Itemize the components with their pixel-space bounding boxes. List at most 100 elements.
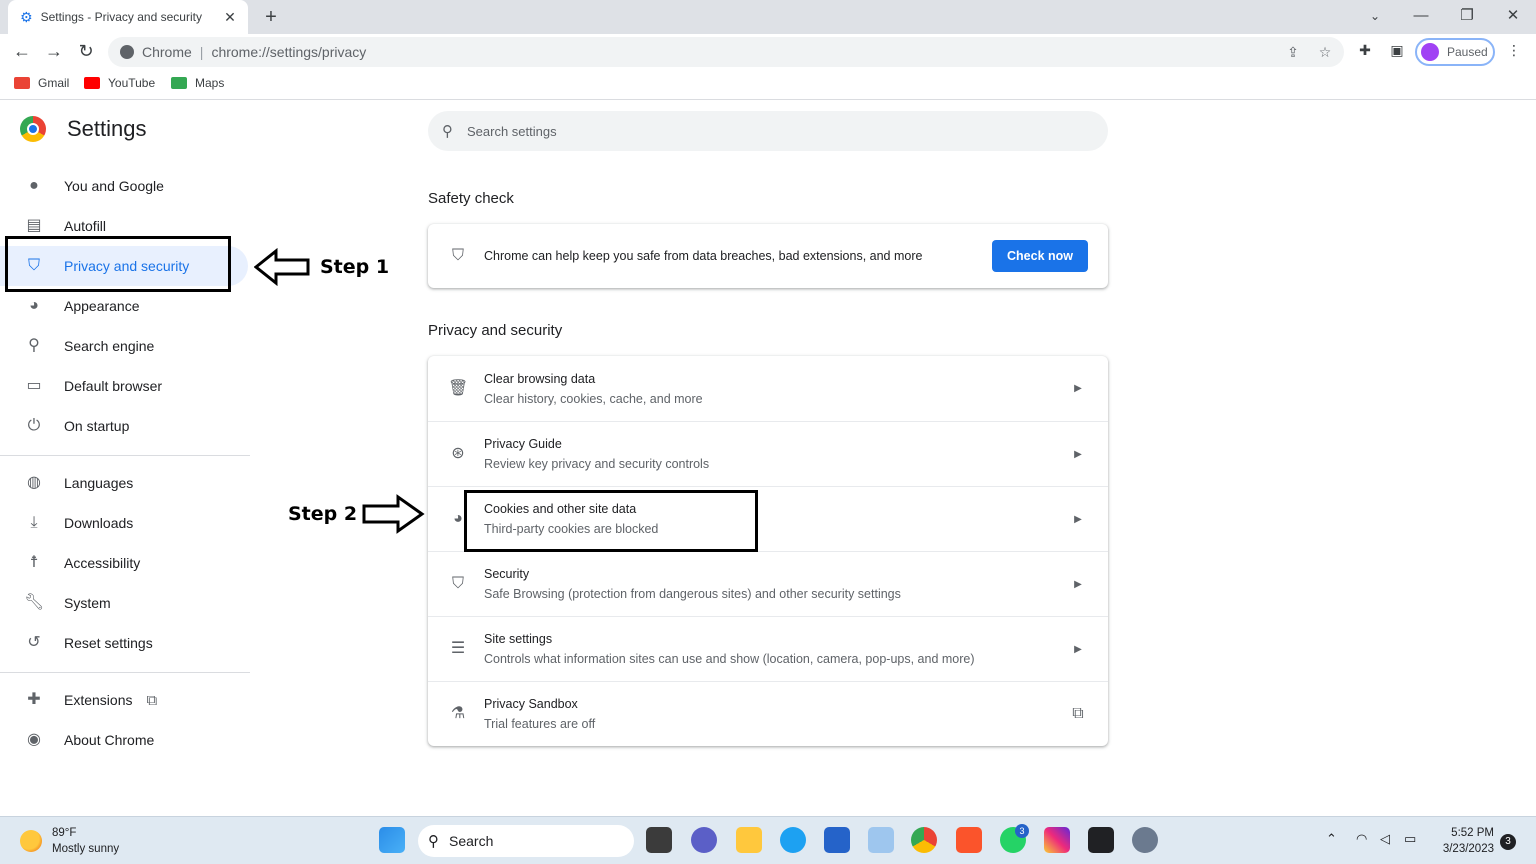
- bookmark-maps[interactable]: Maps: [171, 76, 224, 90]
- wifi-icon[interactable]: ◠: [1356, 831, 1367, 847]
- forward-icon[interactable]: →: [42, 40, 66, 64]
- sidebar-item-languages[interactable]: ◍ Languages: [0, 463, 248, 503]
- search-input[interactable]: [467, 123, 1047, 139]
- step1-highlight-box: [5, 236, 231, 292]
- power-icon: ⏻: [27, 417, 41, 434]
- sidebar-item-label: Default browser: [64, 378, 163, 394]
- bookmark-gmail[interactable]: Gmail: [14, 76, 69, 90]
- step2-label: Step 2: [288, 503, 358, 525]
- sidebar-item-appearance[interactable]: ◕ Appearance: [0, 286, 248, 326]
- sidebar-item-default-browser[interactable]: ▭ Default browser: [0, 366, 248, 406]
- restore-icon[interactable]: ❐: [1456, 6, 1478, 28]
- browser-icon: ▭: [26, 377, 42, 394]
- address-bar[interactable]: Chrome | chrome://settings/privacy ⇪ ☆: [108, 37, 1344, 67]
- task-view-icon[interactable]: [646, 827, 672, 853]
- notification-badge[interactable]: 3: [1500, 834, 1516, 850]
- settings-app-icon[interactable]: [1132, 827, 1158, 853]
- history-icon: ↺: [27, 634, 41, 651]
- new-tab-icon[interactable]: +: [260, 6, 282, 28]
- sidebar-item-label: Languages: [64, 475, 134, 491]
- store-icon[interactable]: [824, 827, 850, 853]
- chrome-taskbar-icon[interactable]: [911, 827, 937, 853]
- sidebar-item-search-engine[interactable]: ⚲ Search engine: [0, 326, 248, 366]
- row-subtitle: Clear history, cookies, cache, and more: [484, 391, 703, 406]
- url-text: chrome://settings/privacy: [211, 44, 367, 60]
- omnibox-separator: |: [199, 44, 204, 60]
- sidebar-item-extensions[interactable]: ✚ Extensions ⧉: [0, 680, 248, 720]
- instagram-icon[interactable]: [1044, 827, 1070, 853]
- sidebar-item-accessibility[interactable]: ☨ Accessibility: [0, 543, 248, 583]
- battery-icon[interactable]: ▭: [1404, 831, 1416, 847]
- puzzle-icon: ✚: [27, 691, 41, 708]
- search-icon: ⚲: [442, 123, 453, 140]
- row-site-settings[interactable]: ☰ Site settings Controls what informatio…: [428, 616, 1108, 681]
- safety-check-heading: Safety check: [428, 190, 514, 207]
- search-settings-field[interactable]: ⚲: [428, 111, 1108, 151]
- sticky-notes-icon[interactable]: [1088, 827, 1114, 853]
- back-icon[interactable]: ←: [10, 40, 34, 64]
- chevron-right-icon: ▶: [1074, 383, 1082, 394]
- profile-button[interactable]: Paused: [1415, 38, 1495, 66]
- system-clock[interactable]: 5:52 PM 3/23/2023: [1430, 825, 1494, 857]
- row-security[interactable]: ⛉ Security Safe Browsing (protection fro…: [428, 551, 1108, 616]
- sidebar-item-label: On startup: [64, 418, 130, 434]
- sidebar-item-label: Autofill: [64, 218, 107, 234]
- row-title: Privacy Sandbox: [484, 697, 578, 711]
- chat-icon[interactable]: [691, 827, 717, 853]
- minimize-icon[interactable]: —: [1410, 6, 1432, 28]
- weather-widget[interactable]: 89°F Mostly sunny: [20, 825, 119, 857]
- side-panel-icon[interactable]: ▣: [1387, 42, 1407, 62]
- row-title: Security: [484, 567, 530, 581]
- sidebar-item-label: Appearance: [64, 298, 140, 314]
- windows-taskbar: 89°F Mostly sunny ⚲ Search 3 ⌃ ◠ ◁ ▭ 5:5…: [0, 816, 1536, 864]
- sidebar-item-about-chrome[interactable]: ◉ About Chrome: [0, 720, 248, 760]
- clipboard-icon: ▤: [26, 217, 42, 234]
- compass-icon: ⊛: [451, 445, 465, 462]
- maps-icon: [171, 77, 187, 89]
- file-explorer-icon[interactable]: [736, 827, 762, 853]
- remote-desktop-icon[interactable]: [868, 827, 894, 853]
- row-title: Clear browsing data: [484, 371, 596, 386]
- tab-search-icon[interactable]: ⌄: [1364, 6, 1386, 28]
- sun-icon: [20, 830, 42, 852]
- sidebar-item-system[interactable]: 🔧︎ System: [0, 583, 248, 623]
- bookmark-youtube[interactable]: YouTube: [84, 76, 155, 90]
- check-now-button[interactable]: Check now: [992, 240, 1088, 272]
- close-tab-icon[interactable]: ✕: [222, 9, 238, 26]
- row-clear-browsing-data[interactable]: 🗑︎ Clear browsing data Clear history, co…: [428, 356, 1108, 421]
- sidebar-item-reset-settings[interactable]: ↺ Reset settings: [0, 623, 248, 663]
- row-privacy-guide[interactable]: ⊛ Privacy Guide Review key privacy and s…: [428, 421, 1108, 486]
- settings-header: Settings: [20, 116, 147, 142]
- bookmark-label: YouTube: [108, 76, 156, 90]
- accessibility-icon: ☨: [29, 554, 39, 571]
- row-subtitle: Review key privacy and security controls: [484, 457, 710, 471]
- chevron-right-icon: ▶: [1074, 513, 1082, 525]
- brave-icon[interactable]: [956, 827, 982, 853]
- sidebar-item-you-and-google[interactable]: ● You and Google: [0, 166, 248, 206]
- sidebar-divider: [0, 672, 250, 673]
- search-icon: ⚲: [428, 833, 439, 850]
- omnibox-chrome-label: Chrome: [142, 44, 192, 60]
- chevron-up-icon[interactable]: ⌃: [1326, 831, 1337, 847]
- sidebar-item-on-startup[interactable]: ⏻ On startup: [0, 406, 248, 446]
- privacy-heading: Privacy and security: [428, 322, 563, 339]
- edge-icon[interactable]: [780, 827, 806, 853]
- row-privacy-sandbox[interactable]: ⚗ Privacy Sandbox Trial features are off…: [428, 681, 1108, 746]
- weather-condition: Mostly sunny: [52, 843, 120, 855]
- sidebar-item-downloads[interactable]: ⤓ Downloads: [0, 503, 248, 543]
- wrench-icon: 🔧︎: [24, 594, 45, 611]
- bookmark-star-icon[interactable]: ☆: [1316, 44, 1334, 62]
- reload-icon[interactable]: ↻: [74, 40, 98, 64]
- row-title: Site settings: [484, 632, 553, 646]
- browser-tab[interactable]: ⚙ Settings - Privacy and security ✕: [8, 0, 248, 34]
- taskbar-search[interactable]: ⚲ Search: [418, 825, 634, 857]
- sliders-icon: ☰: [450, 640, 466, 657]
- close-window-icon[interactable]: ✕: [1502, 6, 1524, 28]
- clock-date: 3/23/2023: [1442, 843, 1494, 855]
- share-icon[interactable]: ⇪: [1284, 44, 1302, 62]
- menu-kebab-icon[interactable]: ⋮: [1504, 42, 1524, 62]
- volume-icon[interactable]: ◁: [1380, 831, 1390, 847]
- open-external-icon: ⧉: [146, 691, 158, 709]
- windows-start-icon[interactable]: [379, 827, 405, 853]
- extensions-puzzle-icon[interactable]: ✚: [1355, 42, 1375, 62]
